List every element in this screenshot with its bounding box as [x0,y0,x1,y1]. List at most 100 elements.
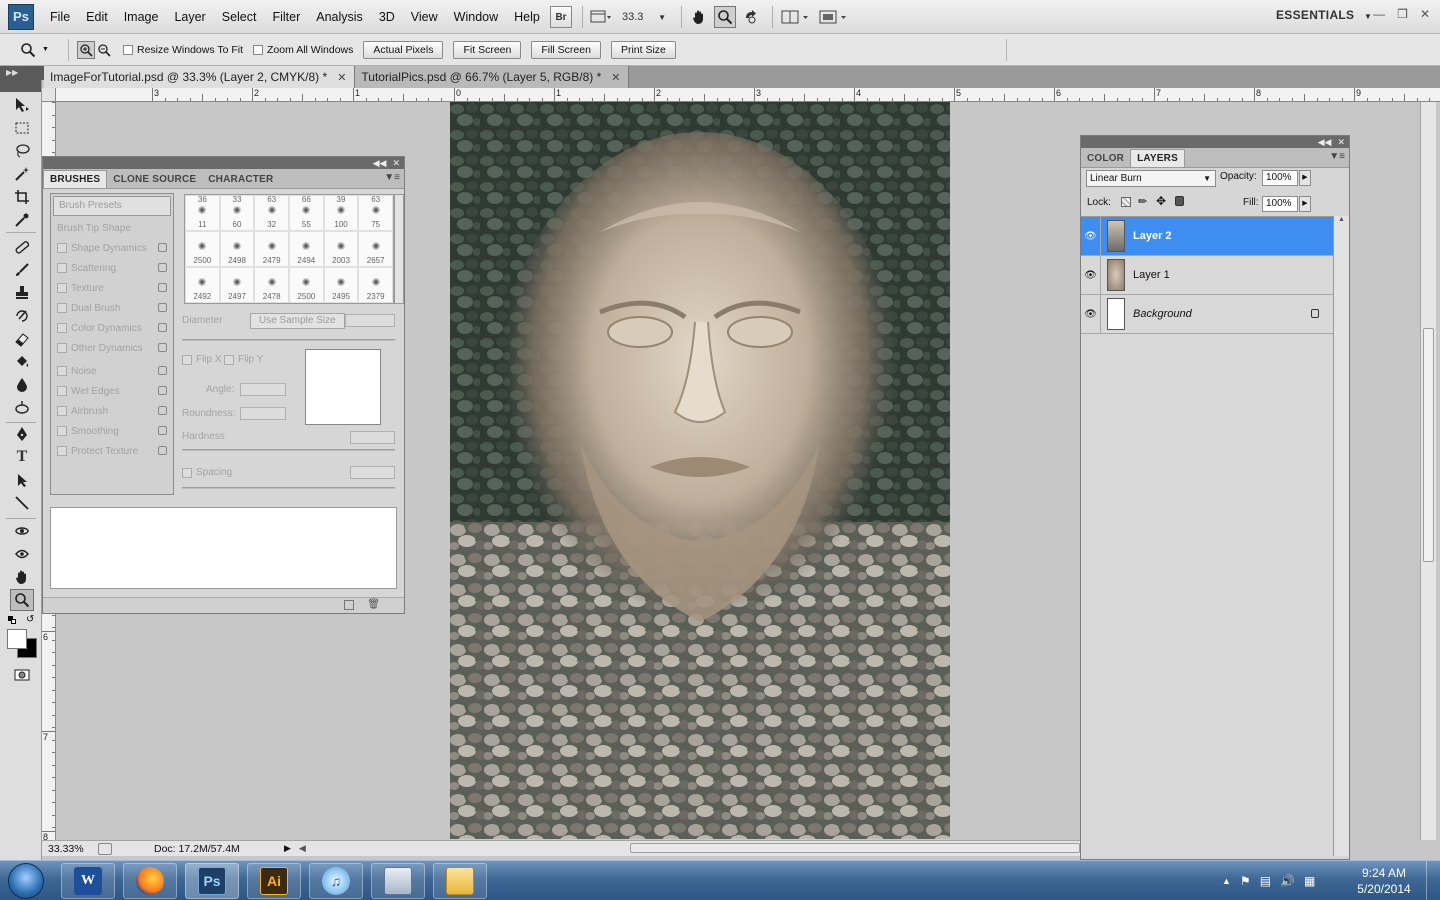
lock-icon[interactable] [158,343,167,352]
angle-field[interactable] [240,383,286,396]
brush-tip-cell[interactable]: 2500 [185,231,220,267]
brush-option-dual-brush[interactable]: Dual Brush [51,298,173,318]
brush-option-smoothing[interactable]: Smoothing [51,421,173,441]
trash-icon[interactable]: 🗑 [367,599,380,610]
brush-tip-grid[interactable]: 36 11 33 60 63 32 66 55 39 100 63 75 2500 2498 2479 249… [184,194,394,304]
type-tool[interactable]: T [10,446,34,468]
tab-brushes[interactable]: BRUSHES [43,170,108,188]
close-icon[interactable]: ✕ [392,158,400,169]
menu-file[interactable]: File [42,0,78,34]
brush-option-color-dynamics[interactable]: Color Dynamics [51,318,173,338]
vertical-scrollbar[interactable] [1420,102,1436,840]
horizontal-ruler[interactable]: 3 2 1 0 1 2 3 4 5 6 7 8 9 [56,88,1440,102]
document-tab-imagefortutorial[interactable]: ImageForTutorial.psd @ 33.3% (Layer 2, C… [44,66,356,88]
taskbar-calculator[interactable] [371,863,425,899]
taskbar-photoshop[interactable]: Ps [185,863,239,899]
hand-tool-button[interactable] [688,6,710,28]
3d-orbit-tool[interactable] [10,543,34,565]
brush-tip-cell[interactable]: 2495 [323,267,359,303]
tab-clone-source[interactable]: CLONE SOURCE [107,170,202,188]
path-selection-tool[interactable] [10,469,34,491]
lock-icon[interactable] [158,323,167,332]
close-icon[interactable]: ✕ [611,71,620,84]
brush-angle-preview[interactable] [305,349,381,425]
brush-tip-cell[interactable]: 2492 [185,267,220,303]
menu-image[interactable]: Image [116,0,167,34]
pen-tool[interactable] [10,423,34,445]
brush-option-other-dynamics[interactable]: Other Dynamics [51,338,173,358]
taskbar-firefox[interactable] [123,863,177,899]
diameter-slider[interactable] [182,339,395,341]
lock-icon[interactable] [158,283,167,292]
spacing-slider[interactable] [182,487,395,489]
lock-icon[interactable] [158,406,167,415]
diameter-field[interactable] [345,314,395,327]
blur-tool[interactable] [10,374,34,396]
brush-option-noise[interactable]: Noise [51,361,173,381]
menu-select[interactable]: Select [214,0,265,34]
swap-colors-icon[interactable]: ↺ [26,614,34,625]
device-icon[interactable]: ▤ [1260,874,1271,888]
brush-option-shape-dynamics[interactable]: Shape Dynamics [51,238,173,258]
panel-menu-icon[interactable]: ▼≡ [1329,151,1345,162]
opacity-field[interactable]: 100% [1262,170,1298,186]
brush-presets-button[interactable]: Brush Presets [53,196,171,216]
brush-option-protect-texture[interactable]: Protect Texture [51,441,173,461]
dodge-tool[interactable] [10,397,34,419]
eye-icon[interactable]: 👁 [1081,216,1101,256]
spacing-field[interactable] [350,466,395,479]
zoom-tool-button[interactable] [714,6,736,28]
status-menu-arrow-icon[interactable]: ▶ [284,843,291,854]
lock-icon[interactable] [158,386,167,395]
menu-edit[interactable]: Edit [78,0,116,34]
flip-y-checkbox[interactable]: Flip Y [224,354,263,365]
paint-bucket-tool[interactable] [10,351,34,373]
opacity-slider-arrow-icon[interactable]: ▶ [1299,170,1311,186]
flag-icon[interactable]: ⚑ [1240,874,1251,888]
brush-tip-cell[interactable]: 2657 [358,231,393,267]
ruler-origin[interactable] [42,88,56,102]
lock-brush-icon[interactable]: ✏ [1138,195,1147,208]
layer-row-layer-2[interactable]: 👁 Layer 2 [1081,216,1341,256]
fill-slider-arrow-icon[interactable]: ▶ [1299,196,1311,212]
lock-icon[interactable] [158,243,167,252]
taskbar-explorer[interactable] [433,863,487,899]
default-colors-icon[interactable] [8,616,16,624]
brush-tool[interactable] [10,259,34,281]
foreground-color-swatch[interactable] [7,629,27,649]
brush-tip-cell[interactable]: 2498 [219,231,255,267]
brush-tip-cell[interactable]: 2479 [254,231,289,267]
hand-tool[interactable] [10,566,34,588]
workspace-switcher[interactable]: ESSENTIALS ▼ [1276,8,1372,22]
screen-mode-button[interactable] [817,6,851,28]
brush-option-airbrush[interactable]: Airbrush [51,401,173,421]
zoom-all-windows-checkbox[interactable]: Zoom All Windows [253,44,353,56]
hardness-field[interactable] [350,431,395,444]
lock-move-icon[interactable]: ✥ [1156,194,1166,208]
tool-preset-picker[interactable]: ▼ [20,42,60,58]
fit-screen-button[interactable]: Fit Screen [453,40,522,59]
brush-tip-shape-item[interactable]: Brush Tip Shape [51,218,173,238]
status-info-icon[interactable] [98,842,112,855]
3d-rotate-tool[interactable] [10,520,34,542]
menu-help[interactable]: Help [506,0,548,34]
fill-screen-button[interactable]: Fill Screen [531,40,601,59]
tools-panel-header[interactable] [0,80,41,92]
flip-x-checkbox[interactable]: Flip X [182,354,222,365]
close-icon[interactable]: ✕ [337,71,346,84]
quick-mask-button[interactable] [10,664,34,686]
zoom-out-button[interactable] [95,41,113,59]
print-size-button[interactable]: Print Size [610,40,676,59]
blend-mode-dropdown[interactable]: Linear Burn ▼ [1086,170,1216,187]
brush-option-scattering[interactable]: Scattering [51,258,173,278]
lock-icon[interactable] [158,446,167,455]
brush-tip-cell[interactable]: 2497 [219,267,255,303]
menu-window[interactable]: Window [446,0,506,34]
menu-layer[interactable]: Layer [166,0,213,34]
arrange-documents-button[interactable] [779,6,813,28]
zoom-level-dropdown[interactable]: 33.3 ▼ [617,6,671,28]
panel-collapse-strip[interactable]: ▶▶ [0,66,44,80]
move-tool[interactable] [10,94,34,116]
layer-row-background[interactable]: 👁 Background [1081,294,1341,334]
zoom-percentage[interactable]: 33.33% [48,843,92,855]
